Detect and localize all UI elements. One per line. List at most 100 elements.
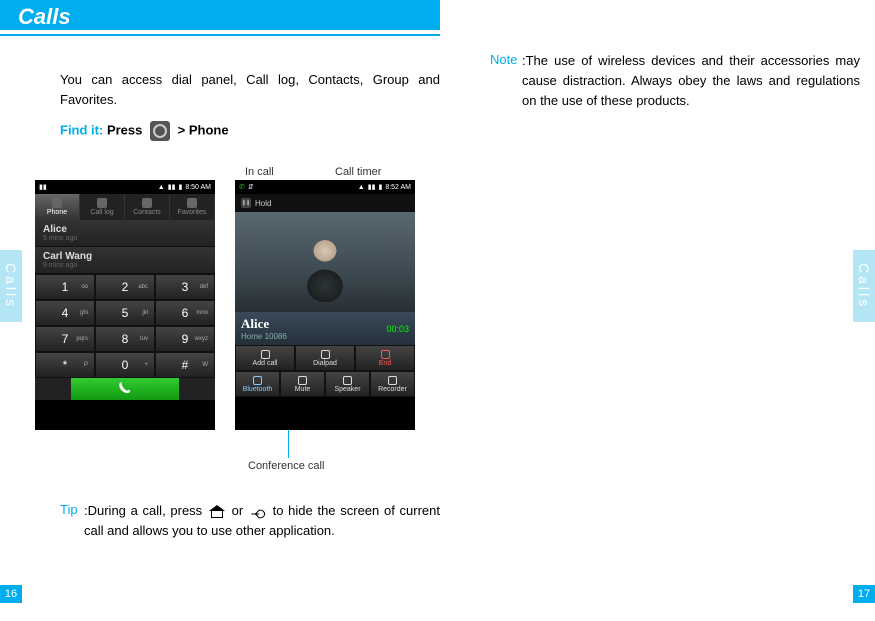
page-number-right: 17 [853,585,875,603]
find-it-line: Find it: Press > Phone [60,121,440,141]
tab-call-log[interactable]: Call log [80,194,125,220]
add-call-label: Add call [253,360,278,367]
clock-icon [97,198,107,208]
status-time-left: 8:50 AM [185,184,211,191]
dialpad-button[interactable]: Dialpad [295,345,355,371]
caller-sub: Home 10086 [241,332,287,341]
key-0[interactable]: 0+ [95,352,155,378]
key-sub: wxyz [195,336,208,342]
call-row [35,378,215,400]
key-6[interactable]: 6 mno [155,300,215,326]
call-timer: 00:03 [386,324,409,334]
tab-contacts-label: Contacts [133,209,161,216]
key-3[interactable]: 3 def [155,274,215,300]
face-image [293,222,357,302]
signal-icon: ▮▮ [39,183,47,191]
tip-body: :During a call, press or to hide the scr… [60,501,440,541]
phone-in-call: ✆ ⇵ ▲ ▮▮ ▮ 8:52 AM Hold Alice Home 10086… [235,180,415,430]
bluetooth-button[interactable]: Bluetooth [235,371,280,397]
side-tab-right: Calls [853,250,875,322]
mute-icon [298,376,307,385]
dialpad-label: Dialpad [313,360,337,367]
tab-contacts[interactable]: Contacts [125,194,170,220]
key-7[interactable]: 7 pqrs [35,326,95,352]
left-column: You can access dial panel, Call log, Con… [60,70,440,159]
header-bar: Calls [0,0,440,30]
dial-button[interactable] [71,378,179,400]
key-sub: def [200,284,208,290]
tab-phone[interactable]: Phone [35,194,80,220]
key-8[interactable]: 8tuv [95,326,155,352]
key-sub: tuv [140,336,148,342]
key-sub: pqrs [76,336,88,342]
call-buttons-row2: Bluetooth Mute Speaker Recorder [235,371,415,397]
backspace-button[interactable] [179,378,215,400]
recent-item[interactable]: Carl Wang 9 mins ago [35,247,215,274]
network-icon: ▮▮ [168,183,176,191]
call-buttons-row1: Add call Dialpad End [235,345,415,371]
tab-phone-label: Phone [47,209,67,216]
phone-dial-icon [118,382,132,396]
annot-conference: Conference call [248,460,324,472]
side-tab-right-label: Calls [856,263,872,309]
end-label: End [379,360,391,367]
speaker-button[interactable]: Speaker [325,371,370,397]
key-digit: 1 [62,280,69,294]
note-label: Note [490,52,517,67]
right-column: Note :The use of wireless devices and th… [490,50,860,112]
speaker-label: Speaker [334,386,360,393]
hold-bar[interactable]: Hold [235,194,415,212]
key-digit: 6 [182,306,189,320]
key-sub: mno [196,310,208,316]
phone-dialpad: ▮▮ ▲ ▮▮ ▮ 8:50 AM Phone Call log Contact… [35,180,215,430]
key-9[interactable]: 9wxyz [155,326,215,352]
end-call-icon [381,350,390,359]
bluetooth-label: Bluetooth [243,386,273,393]
key-sub: + [144,362,148,368]
caller-portrait [235,212,415,312]
apps-icon [150,121,170,141]
incall-icon: ✆ [239,183,245,191]
tab-call-log-label: Call log [90,209,113,216]
key-hash[interactable]: #W [155,352,215,378]
recent-time: 5 mins ago [43,235,207,242]
wifi-icon: ▲ [358,184,365,191]
key-digit: 2 [122,280,129,294]
find-it-suffix: > Phone [178,122,229,137]
key-digit: 7 [62,332,69,346]
hold-label: Hold [255,199,271,208]
key-5[interactable]: 5jkl [95,300,155,326]
key-1[interactable]: 1oo [35,274,95,300]
recent-name: Alice [43,224,207,235]
end-button[interactable]: End [355,345,415,371]
key-digit: # [182,358,189,372]
key-sub: jkl [142,310,148,316]
key-2[interactable]: 2abc [95,274,155,300]
add-call-icon [261,350,270,359]
recorder-button[interactable]: Recorder [370,371,415,397]
recorder-label: Recorder [378,386,407,393]
key-star[interactable]: *P [35,352,95,378]
mute-label: Mute [295,386,311,393]
speaker-icon [343,376,352,385]
side-tab-left-label: Calls [3,263,19,309]
phone-screenshots: ▮▮ ▲ ▮▮ ▮ 8:50 AM Phone Call log Contact… [35,180,445,440]
intro-text: You can access dial panel, Call log, Con… [60,70,440,109]
caller-bar: Alice Home 10086 00:03 [235,312,415,345]
mute-button[interactable]: Mute [280,371,325,397]
network-icon: ▮▮ [368,183,376,191]
recent-item[interactable]: Alice 5 mins ago [35,220,215,247]
dialpad: 1oo 2abc 3def 4ghi 5jkl 6mno 7pqrs 8tuv … [35,274,215,378]
tip-text-a: :During a call, press [84,503,207,518]
key-digit: 3 [182,280,189,294]
side-tab-left: Calls [0,250,22,322]
note-body: :The use of wireless devices and their a… [490,51,860,111]
key-4[interactable]: 4ghi [35,300,95,326]
add-call-button[interactable]: Add call [235,345,295,371]
voicemail-button[interactable] [35,378,71,400]
dialpad-icon [321,350,330,359]
tip-block: Tip :During a call, press or to hide the… [60,500,440,541]
recorder-icon [388,376,397,385]
tab-favorites[interactable]: Favorites [170,194,215,220]
battery-icon: ▮ [378,183,382,191]
